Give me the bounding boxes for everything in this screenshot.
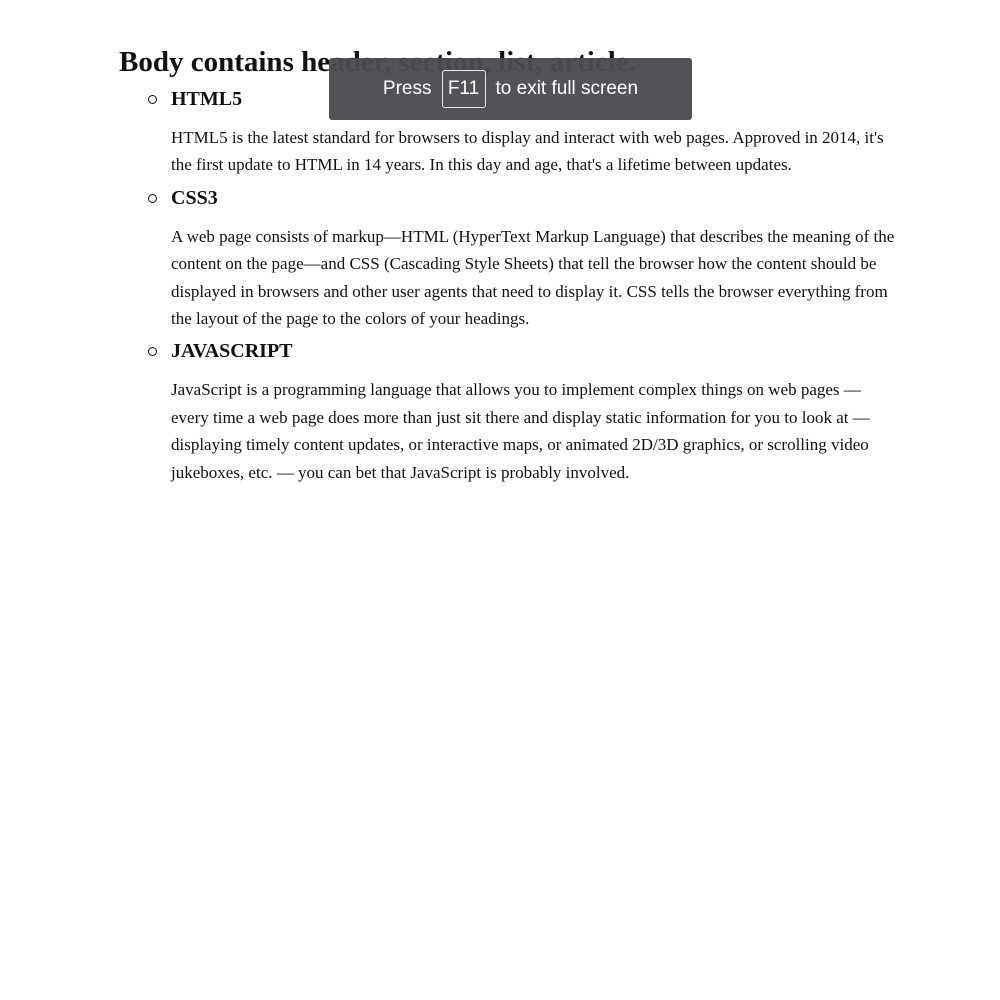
topic-text: JavaScript is a programming language tha…	[171, 380, 870, 482]
topic-text: A web page consists of markup—HTML (Hype…	[171, 226, 895, 329]
toast-suffix-text: to exit full screen	[495, 78, 639, 99]
fullscreen-exit-toast: Press F11 to exit full screen	[329, 58, 692, 120]
circle-bullet-icon	[148, 95, 157, 104]
circle-bullet-icon	[148, 193, 157, 203]
list-item-javascript: JAVASCRIPT JavaScript is a programming l…	[119, 338, 909, 486]
f11-key-badge: F11	[441, 70, 486, 108]
toast-prefix-text: Press	[382, 78, 432, 99]
topic-text: HTML5 is the latest standard for browser…	[171, 128, 884, 175]
list-item-css3: CSS3 A web page consists of markup—HTML …	[119, 185, 909, 333]
topic-list: HTML5 HTML5 is the latest standard for b…	[119, 86, 909, 486]
topic-title: JAVASCRIPT	[171, 340, 293, 363]
circle-bullet-icon	[148, 347, 157, 357]
topic-title: CSS3	[171, 186, 218, 209]
